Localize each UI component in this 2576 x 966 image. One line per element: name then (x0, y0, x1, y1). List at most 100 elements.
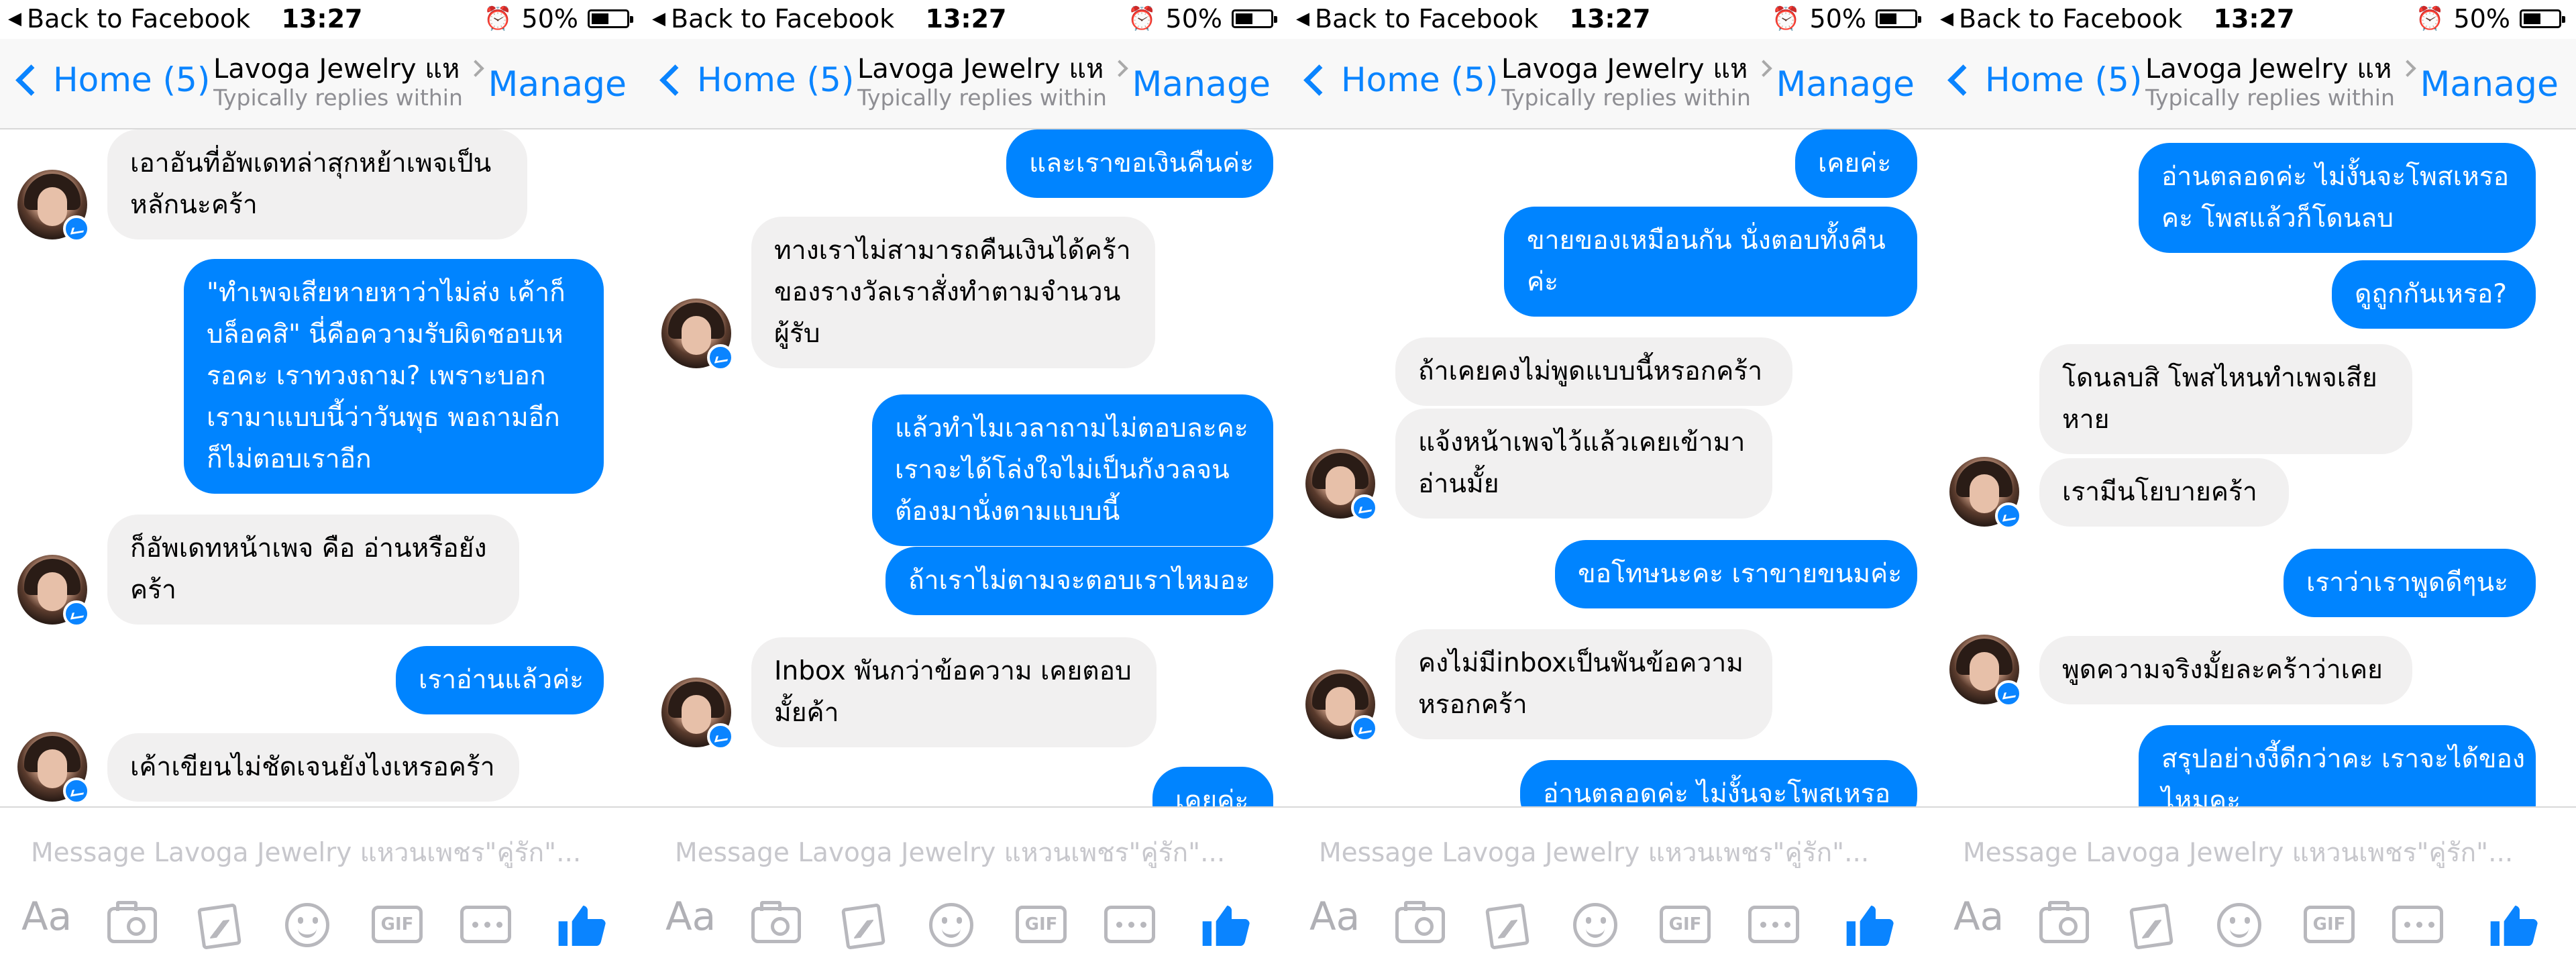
messenger-badge-icon (1351, 494, 1378, 521)
gallery-icon[interactable] (841, 903, 886, 950)
incoming-message-bubble[interactable]: เค้าเขียนไม่ชัดเจนยังไงเหรอคร้า (107, 733, 519, 802)
outgoing-message-bubble[interactable]: ขอโทษนะคะ เราขายขนมค่ะ (1555, 540, 1917, 608)
outgoing-message-bubble[interactable]: เราว่าเราพูดดีๆนะ (2284, 549, 2536, 617)
camera-icon[interactable] (2039, 901, 2089, 943)
sender-avatar[interactable] (17, 170, 90, 242)
chevron-right-icon (2399, 60, 2416, 77)
incoming-message-bubble[interactable]: คงไม่มีinboxเป็นพันข้อความ หรอกคร้า (1395, 629, 1772, 739)
incoming-message-bubble[interactable]: ถ้าเคยคงไม่พูดแบบนี้หรอกคร้า (1395, 337, 1792, 406)
more-icon[interactable] (1104, 906, 1155, 943)
incoming-message-bubble[interactable]: เรามีนโยบายคร้า (2039, 458, 2289, 527)
message-list[interactable]: อ่านตลอดค่ะ ไม่งั้นจะโพสเหรอ คะ โพสแล้วก็… (1932, 129, 2576, 806)
sender-avatar[interactable] (661, 678, 734, 750)
composer-toolbar: Aa GIF (1288, 887, 1932, 961)
message-text-line: ต้องมานั่งตามแบบนี้ (895, 496, 1120, 527)
outgoing-message-bubble[interactable]: ดูถูกกันเหรอ? (2332, 260, 2536, 329)
emoji-icon[interactable] (1573, 903, 1617, 947)
incoming-message-bubble[interactable]: โดนลบสิ โพสไหนทำเพจเสีย หาย (2039, 344, 2412, 454)
more-icon[interactable] (460, 906, 511, 943)
message-input[interactable]: Message Lavoga Jewelry แหวนเพชร"คู่รัก".… (1963, 832, 2553, 873)
emoji-icon[interactable] (929, 903, 973, 947)
gif-icon[interactable]: GIF (372, 906, 423, 943)
conversation-title[interactable]: Lavoga Jewelry แห... (213, 47, 484, 90)
camera-icon[interactable] (1395, 901, 1445, 943)
outgoing-message-bubble[interactable]: อ่านตลอดค่ะ ไม่งั้นจะโพสเหรอ คะ โพสแล้วก็… (2139, 143, 2536, 253)
outgoing-message-bubble[interactable]: เคยค่ะ (1152, 767, 1273, 806)
outgoing-message-bubble[interactable]: ขายของเหมือนกัน นั่งตอบทั้งคืน ค่ะ (1504, 207, 1917, 317)
status-bar: ◀ Back to Facebook 13:27 ⏰ 50% (1932, 0, 2576, 39)
conversation-title-text: Lavoga Jewelry แห... (857, 54, 1106, 85)
sender-avatar[interactable] (17, 732, 90, 804)
sender-avatar[interactable] (1949, 457, 2022, 529)
message-text-line: เรามาแบบนี้ว่าวันพุธ พอถามอีก (207, 402, 560, 433)
avatar-face (1970, 652, 1999, 691)
conversation-title[interactable]: Lavoga Jewelry แห... (1501, 47, 1772, 90)
message-list[interactable]: เคยค่ะขายของเหมือนกัน นั่งตอบทั้งคืน ค่ะถ… (1288, 129, 1932, 806)
camera-icon[interactable] (751, 901, 801, 943)
incoming-message-bubble[interactable]: Inbox พันกว่าข้อความ เคยตอบ มั้ยค้า (751, 637, 1157, 747)
incoming-message-bubble[interactable]: พูดความจริงมั้ยละคร้าว่าเคย (2039, 636, 2412, 704)
home-back-button[interactable]: Home (5) (1301, 60, 1498, 99)
outgoing-message-bubble[interactable]: ถ้าเราไม่ตามจะตอบเราไหมอะ (885, 547, 1273, 615)
text-format-button[interactable]: Aa (1953, 894, 2014, 947)
camera-icon[interactable] (107, 901, 157, 943)
more-icon[interactable] (2392, 906, 2443, 943)
avatar-face (38, 749, 67, 788)
gif-icon[interactable]: GIF (2304, 906, 2355, 943)
message-text-line: หรอกคร้า (1418, 690, 1527, 720)
gallery-icon[interactable] (197, 903, 242, 950)
incoming-message-bubble[interactable]: เอาอันที่อัพเดทล่าสุกหย้าเพจเป็น หลักนะคร… (107, 129, 527, 239)
sender-avatar[interactable] (1305, 449, 1378, 521)
message-input[interactable]: Message Lavoga Jewelry แหวนเพชร"คู่รัก".… (31, 832, 621, 873)
incoming-message-bubble[interactable]: ทางเราไม่สามารถคืนเงินได้คร้า ของรางวัลเร… (751, 217, 1155, 368)
conversation-title-text: Lavoga Jewelry แห... (213, 54, 462, 85)
outgoing-message-bubble[interactable]: "ทำเพจเสียหายหาว่าไม่ส่ง เค้าก็ บล็อคสิ" … (184, 259, 604, 494)
outgoing-message-bubble[interactable]: แล้วทำไมเวลาถามไม่ตอบละคะ เราจะได้โล่งใจไ… (872, 394, 1273, 546)
message-list[interactable]: เอาอันที่อัพเดทล่าสุกหย้าเพจเป็น หลักนะคร… (0, 129, 644, 806)
messenger-badge-icon (1995, 502, 2022, 529)
composer: Message Lavoga Jewelry แหวนเพชร"คู่รัก".… (1288, 806, 1932, 966)
manage-button[interactable]: Manage (1132, 64, 1271, 105)
emoji-icon[interactable] (2217, 903, 2261, 947)
home-back-button[interactable]: Home (5) (657, 60, 854, 99)
message-input[interactable]: Message Lavoga Jewelry แหวนเพชร"คู่รัก".… (1319, 832, 1909, 873)
outgoing-message-bubble[interactable]: เราอ่านแล้วค่ะ (396, 646, 604, 714)
sender-avatar[interactable] (1949, 635, 2022, 707)
thumbs-up-icon[interactable] (554, 899, 608, 953)
emoji-icon[interactable] (285, 903, 329, 947)
message-text-line: โดนลบสิ โพสไหนทำเพจเสีย (2062, 363, 2377, 393)
thumbs-up-icon[interactable] (1842, 899, 1896, 953)
manage-button[interactable]: Manage (488, 64, 627, 105)
gallery-icon[interactable] (1485, 903, 1530, 950)
incoming-message-bubble[interactable]: ก็อัพเดทหน้าเพจ คือ อ่านหรือยัง คร้า (107, 515, 519, 625)
conversation-title[interactable]: Lavoga Jewelry แห... (857, 47, 1128, 90)
message-list[interactable]: และเราขอเงินคืนค่ะทางเราไม่สามารถคืนเงิน… (644, 129, 1288, 806)
gif-icon[interactable]: GIF (1660, 906, 1711, 943)
message-text-line: เราจะได้โล่งใจไม่เป็นกังวลจน (895, 455, 1230, 485)
outgoing-message-bubble[interactable]: เคยค่ะ (1795, 129, 1917, 198)
sender-avatar[interactable] (661, 299, 734, 371)
conversation-subtitle: Typically replies within a... (857, 85, 1106, 111)
text-format-button[interactable]: Aa (21, 894, 82, 947)
message-text-line: เค้าเขียนไม่ชัดเจนยังไงเหรอคร้า (130, 752, 495, 782)
sender-avatar[interactable] (17, 555, 90, 627)
gallery-icon[interactable] (2129, 903, 2174, 950)
thumbs-up-icon[interactable] (2486, 899, 2540, 953)
manage-button[interactable]: Manage (1776, 64, 1915, 105)
message-input[interactable]: Message Lavoga Jewelry แหวนเพชร"คู่รัก".… (675, 832, 1265, 873)
sender-avatar[interactable] (1305, 669, 1378, 742)
manage-button[interactable]: Manage (2420, 64, 2559, 105)
thumbs-up-icon[interactable] (1198, 899, 1252, 953)
incoming-message-bubble[interactable]: แจ้งหน้าเพจไว้แล้วเคยเข้ามา อ่านมั้ย (1395, 409, 1772, 519)
conversation-title[interactable]: Lavoga Jewelry แห... (2145, 47, 2416, 90)
gif-icon[interactable]: GIF (1016, 906, 1067, 943)
outgoing-message-bubble[interactable]: และเราขอเงินคืนค่ะ (1006, 129, 1273, 198)
message-text-line: อ่านตลอดค่ะ ไม่งั้นจะโพสเหรอ (1543, 779, 1891, 806)
home-back-button[interactable]: Home (5) (1945, 60, 2142, 99)
outgoing-message-bubble[interactable]: อ่านตลอดค่ะ ไม่งั้นจะโพสเหรอ (1520, 760, 1917, 806)
outgoing-message-bubble[interactable]: สรุปอย่างงี้ดีกว่าคะ เราจะได้ของ ไหมคะ (2139, 725, 2536, 806)
home-back-button[interactable]: Home (5) (13, 60, 210, 99)
text-format-button[interactable]: Aa (1309, 894, 1370, 947)
more-icon[interactable] (1748, 906, 1799, 943)
text-format-button[interactable]: Aa (665, 894, 726, 947)
